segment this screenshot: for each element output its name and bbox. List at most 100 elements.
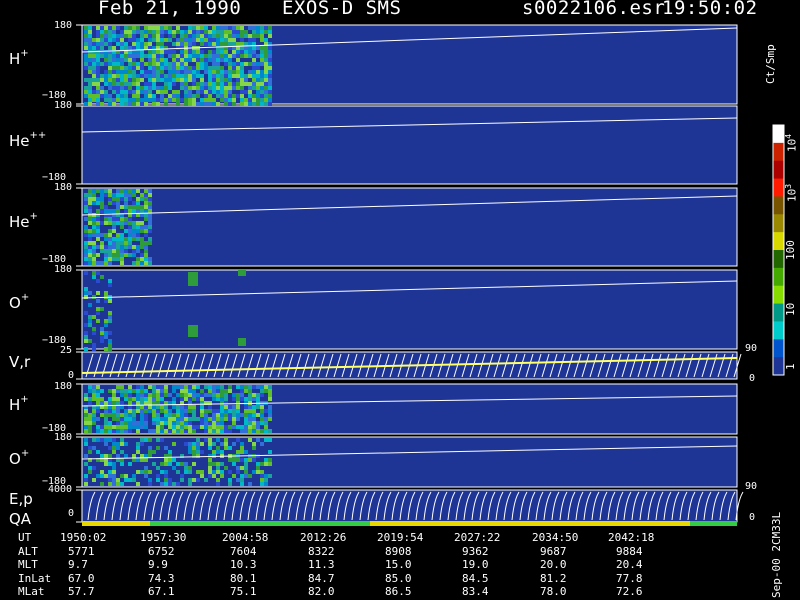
table-cell: 67.0: [68, 571, 95, 585]
table-cell: 7604: [230, 544, 257, 558]
qa-segment-0: [82, 521, 150, 526]
table-cell: 9362: [462, 544, 489, 558]
e-p-rbot: 0: [749, 512, 756, 523]
table-cell: 57.7: [68, 585, 95, 598]
qa-segment-3: [690, 521, 737, 526]
h-plus-2-ytop: 180: [54, 381, 73, 392]
he-plus-panel: [81, 187, 738, 267]
table-cell: 2042:18: [608, 531, 655, 544]
table-cell: 19.0: [462, 558, 489, 571]
e-p-ybot: 0: [68, 508, 75, 519]
table-cell: 9.7: [68, 558, 88, 571]
he-plus-plus-label: He++: [9, 130, 47, 150]
o-plus-2-ytop: 180: [54, 432, 73, 443]
table-cell: 80.1: [230, 571, 257, 585]
he-plus-plus-ytop: 180: [54, 100, 73, 111]
colorbar-band-13: [773, 357, 784, 376]
colorbar-unit: Ct/Smp: [764, 44, 777, 84]
o-plus-2-label: O+: [9, 448, 30, 468]
table-cell: 85.0: [385, 571, 412, 585]
table-cell: 1950:02: [60, 531, 107, 544]
table-cell: 2027:22: [454, 531, 501, 544]
v-r-ybot: 0: [68, 370, 75, 381]
colorbar-tick-100: 100: [784, 240, 797, 260]
v-r-label: V,r: [9, 353, 31, 371]
o-plus-patch-2: [238, 338, 246, 346]
e-p-label: E,p: [9, 490, 33, 508]
colorbar-band-0: [773, 125, 784, 144]
table-cell: 1957:30: [140, 531, 187, 544]
spectrogram-plot: [76, 24, 785, 526]
colorbar-band-7: [773, 250, 784, 269]
table-row-label: InLat: [18, 571, 52, 585]
colorbar-band-6: [773, 232, 784, 251]
table-cell: 10.3: [230, 558, 257, 571]
table-cell: 9884: [616, 544, 643, 558]
he-plus-plus-panel: [81, 105, 738, 185]
colorbar-band-12: [773, 339, 784, 358]
table-row-label: UT: [18, 531, 32, 544]
table-cell: 78.0: [540, 585, 567, 598]
h-plus-2-label: H+: [9, 394, 29, 414]
table-cell: 67.1: [148, 585, 175, 598]
colorbar-band-10: [773, 303, 784, 322]
colorbar-band-8: [773, 267, 784, 287]
table-cell: 11.3: [308, 558, 335, 571]
o-plus-patch-3: [238, 270, 246, 276]
table-cell: 2019:54: [377, 531, 424, 544]
colorbar-tick-10: 10: [784, 302, 797, 316]
o-plus-ytop: 180: [54, 264, 73, 275]
table-cell: 2034:50: [532, 531, 579, 544]
colorbar-band-11: [773, 321, 784, 340]
table-row-label: ALT: [18, 544, 38, 558]
table-cell: 8908: [385, 544, 412, 558]
colorbar-band-9: [773, 285, 784, 305]
v-r-rbot: 0: [749, 373, 756, 384]
table-cell: 6752: [148, 544, 175, 558]
table-cell: 2012:26: [300, 531, 347, 544]
table-cell: 86.5: [385, 585, 412, 598]
e-p-rtop: 90: [745, 481, 758, 492]
colorbar-tick-10e4: 104: [784, 133, 799, 152]
table-cell: 83.4: [462, 585, 489, 598]
table-cell: 9687: [540, 544, 567, 558]
o-plus-panel: [81, 269, 738, 350]
o-plus-patch-1: [188, 325, 198, 337]
qa-segment-1: [150, 521, 370, 526]
e-p-ytop: 4000: [48, 484, 73, 495]
colorbar-tick-10e3: 103: [784, 183, 799, 202]
table-row-label: MLat: [18, 585, 45, 598]
h-plus-ytop: 180: [54, 20, 73, 31]
qa-label: QA: [9, 510, 32, 528]
qa-segment-2: [370, 521, 690, 526]
v-r-ytop: 25: [60, 345, 73, 356]
e-p-panel: [81, 489, 738, 523]
colorbar-tick-1: 1: [784, 363, 797, 370]
table-cell: 84.7: [308, 571, 335, 585]
table-cell: 72.6: [616, 585, 643, 598]
he-plus-ytop: 180: [54, 182, 73, 193]
colorbar-band-4: [773, 196, 784, 215]
he-plus-label: He+: [9, 211, 38, 231]
footer-tag: Sep-00 2CM33L: [770, 511, 783, 598]
colorbar-band-2: [773, 160, 784, 180]
colorbar-band-1: [773, 142, 784, 162]
table-cell: 8322: [308, 544, 335, 558]
table-cell: 2004:58: [222, 531, 269, 544]
v-r-rtop: 90: [745, 343, 758, 354]
h-plus-label: H+: [9, 48, 29, 68]
o-plus-patch-0: [188, 272, 198, 286]
table-cell: 81.2: [540, 571, 567, 585]
table-cell: 84.5: [462, 571, 489, 585]
table-cell: 15.0: [385, 558, 412, 571]
table-cell: 74.3: [148, 571, 175, 585]
table-row-label: MLT: [18, 558, 38, 571]
table-cell: 20.4: [616, 558, 643, 571]
table-cell: 20.0: [540, 558, 567, 571]
colorbar-band-5: [773, 214, 784, 233]
table-cell: 75.1: [230, 585, 257, 598]
o-plus-label: O+: [9, 292, 30, 312]
table-cell: 5771: [68, 544, 95, 558]
table-cell: 77.8: [616, 571, 643, 585]
colorbar-band-3: [773, 178, 784, 197]
